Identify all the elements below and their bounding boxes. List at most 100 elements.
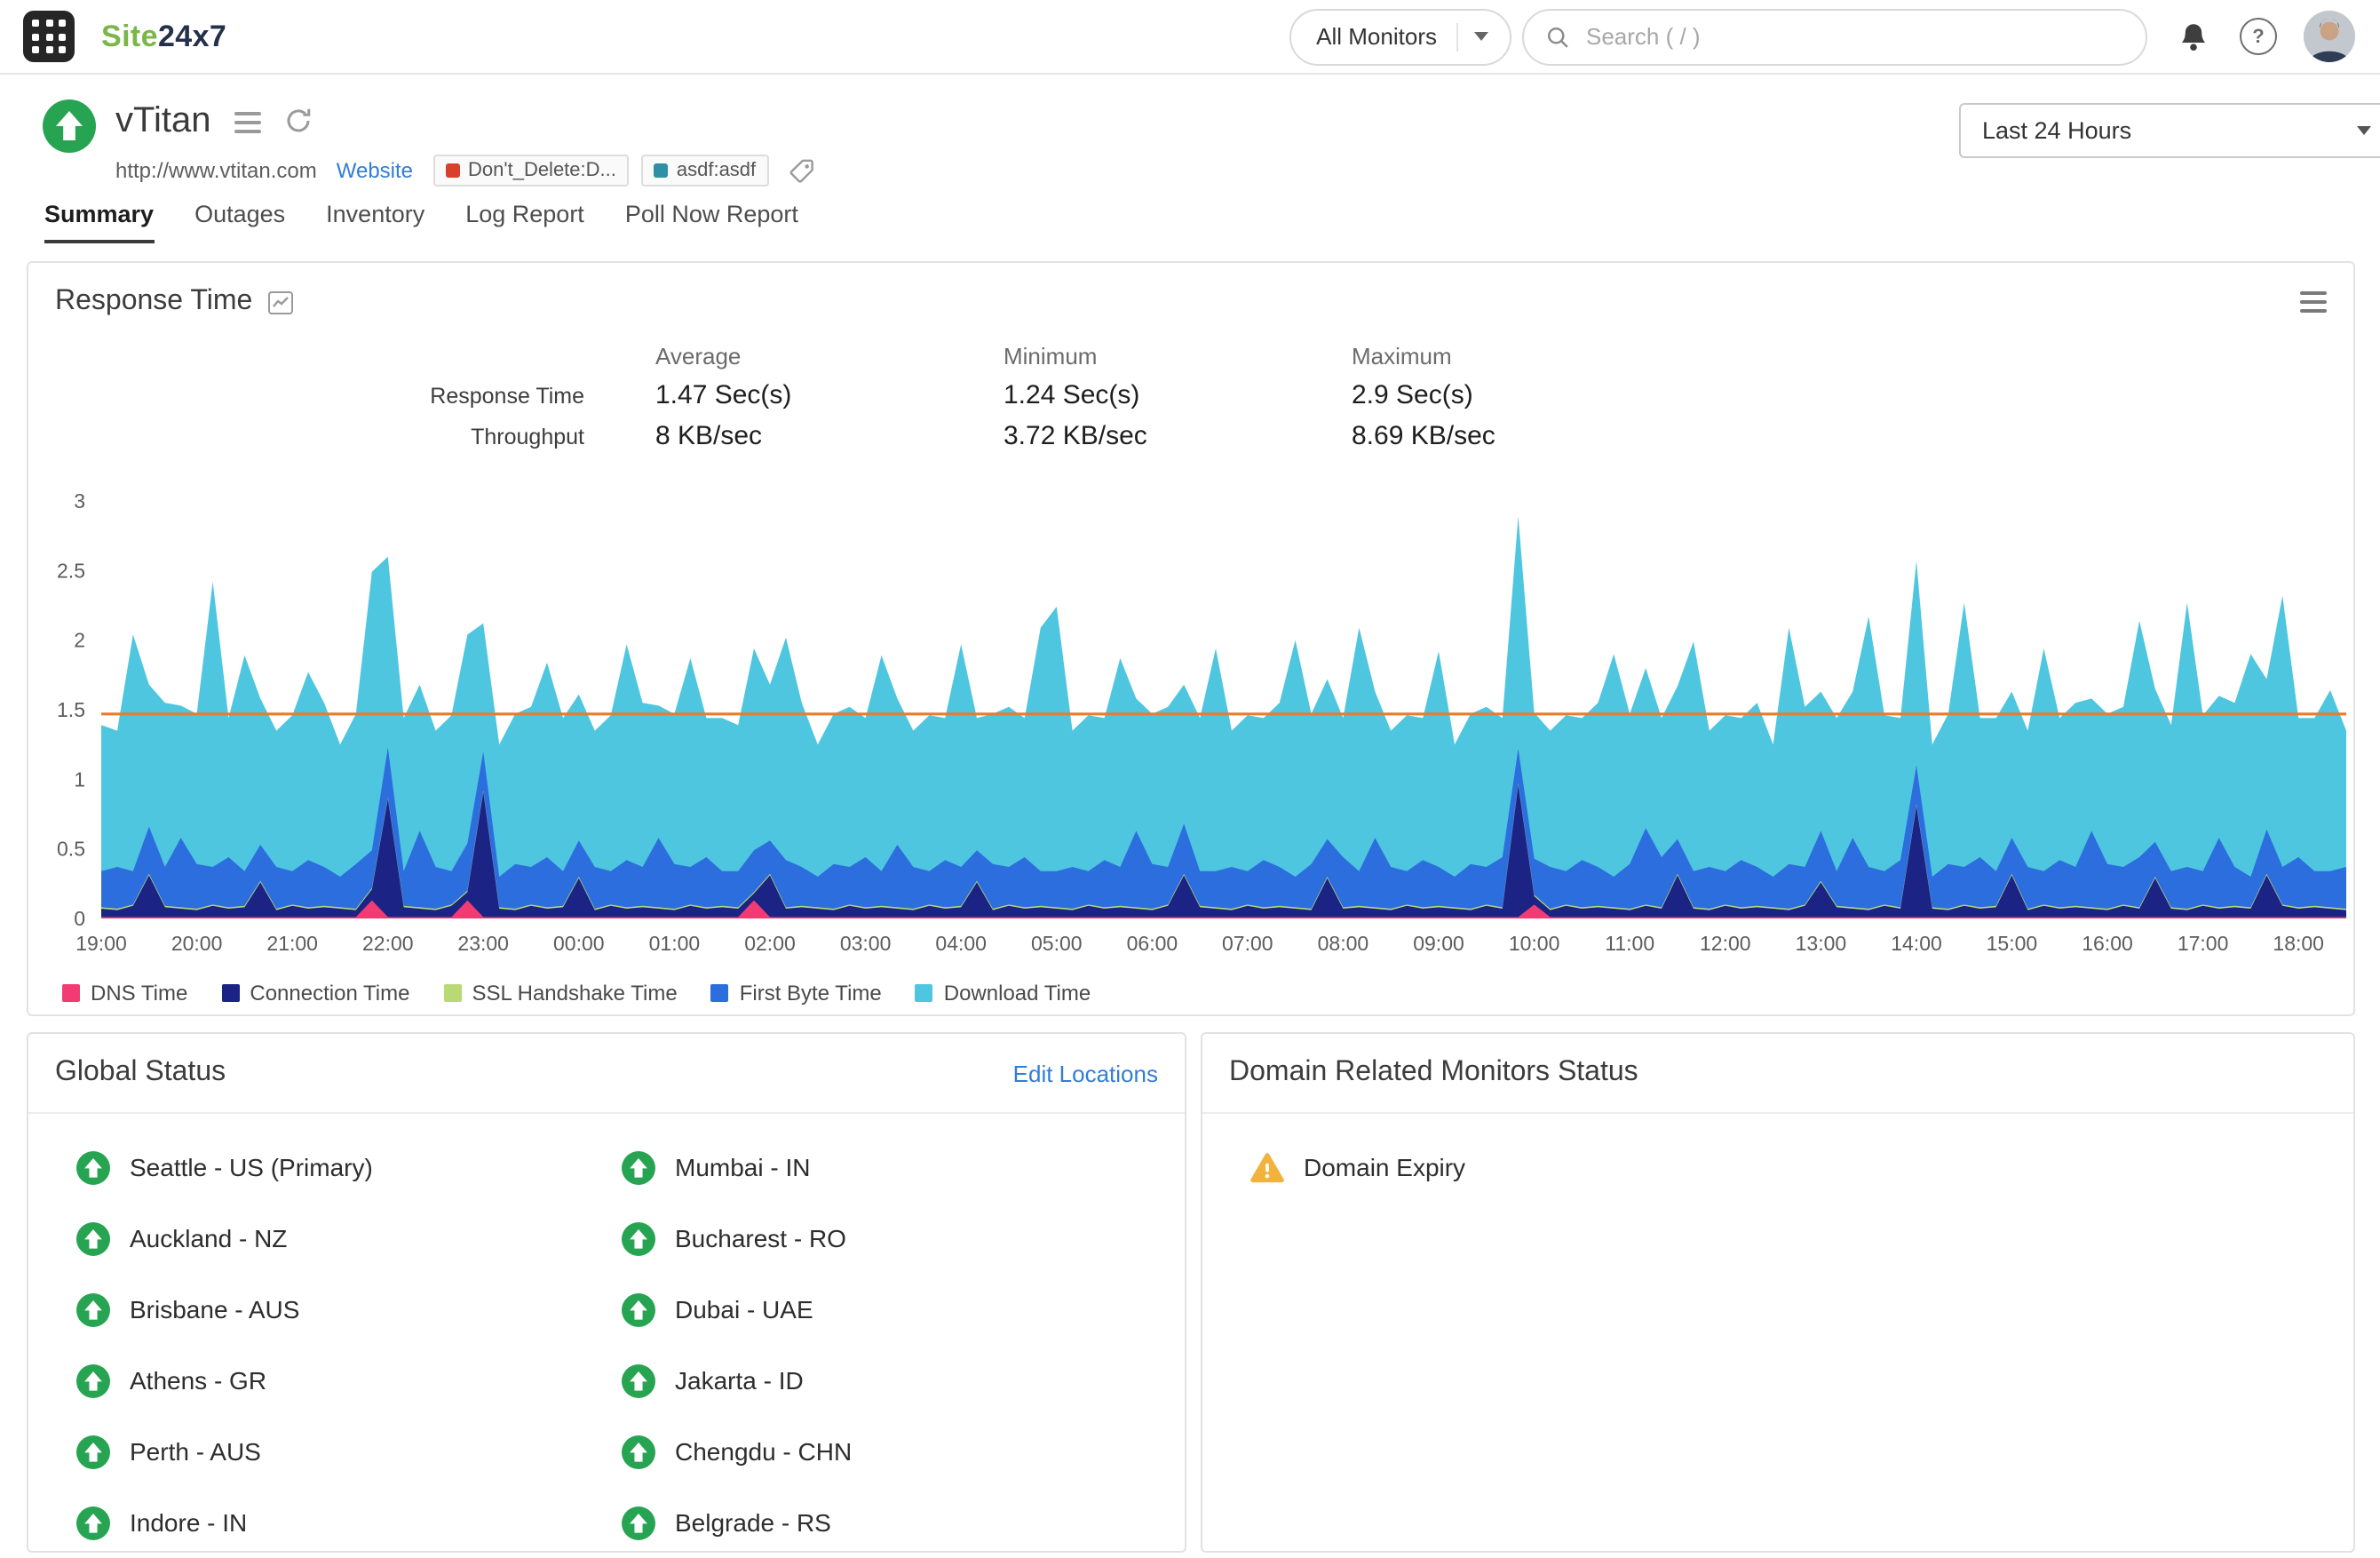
x-tick-label: 13:00 xyxy=(1796,932,1847,955)
location-label: Mumbai - IN xyxy=(675,1153,810,1181)
divider xyxy=(1456,22,1458,51)
tab-poll-now-report[interactable]: Poll Now Report xyxy=(625,201,798,243)
domain-monitors-list: Domain Expiry xyxy=(1202,1114,2353,1203)
tag-icon[interactable] xyxy=(788,157,814,184)
x-tick-label: 07:00 xyxy=(1222,932,1273,955)
monitor-header: vTitan http://www.vtitan.com Website Don… xyxy=(43,98,814,187)
status-up-icon xyxy=(76,1221,110,1255)
location-status-item[interactable]: Bucharest - RO xyxy=(622,1203,1167,1274)
legend-swatch xyxy=(62,984,80,1002)
location-status-item[interactable]: Indore - IN xyxy=(76,1487,622,1558)
card-title: Response Time xyxy=(55,286,252,318)
stats-row-label: Response Time xyxy=(28,384,655,409)
domain-monitor-item[interactable]: Domain Expiry xyxy=(1250,1132,2336,1203)
location-label: Brisbane - AUS xyxy=(130,1295,299,1324)
location-status-item[interactable]: Auckland - NZ xyxy=(76,1203,622,1274)
status-up-icon xyxy=(76,1150,110,1184)
chevron-down-icon xyxy=(2357,126,2371,135)
location-status-item[interactable]: Belgrade - RS xyxy=(622,1487,1167,1558)
logo-24x7-text: 24x7 xyxy=(158,19,226,52)
response-stats-table: Average Minimum Maximum Response Time 1.… xyxy=(28,343,2353,451)
x-tick-label: 15:00 xyxy=(1987,932,2038,955)
monitor-tag[interactable]: asdf:asdf xyxy=(641,155,768,187)
legend-label: Connection Time xyxy=(250,981,409,1006)
x-tick-label: 11:00 xyxy=(1605,932,1654,955)
site24x7-logo[interactable]: Site24x7 xyxy=(101,19,226,54)
edit-locations-link[interactable]: Edit Locations xyxy=(1013,1060,1158,1086)
search-input[interactable] xyxy=(1583,21,2124,52)
y-tick-label: 1.5 xyxy=(57,698,85,721)
location-label: Athens - GR xyxy=(130,1366,266,1395)
tag-color-dot xyxy=(445,163,459,178)
x-tick-label: 05:00 xyxy=(1031,932,1083,955)
location-status-item[interactable]: Seattle - US (Primary) xyxy=(76,1132,622,1203)
location-status-item[interactable]: Perth - AUS xyxy=(76,1416,622,1487)
help-icon[interactable]: ? xyxy=(2240,18,2277,55)
search-box[interactable] xyxy=(1522,8,2147,65)
stats-value: 3.72 KB/sec xyxy=(1004,421,1352,451)
legend-label: First Byte Time xyxy=(740,981,882,1006)
legend-label: Download Time xyxy=(944,981,1091,1006)
user-avatar[interactable] xyxy=(2304,11,2355,62)
stats-value: 1.24 Sec(s) xyxy=(1004,380,1352,410)
status-up-icon xyxy=(622,1292,655,1326)
stats-col-header: Average xyxy=(655,343,1004,370)
y-tick-label: 2 xyxy=(74,629,85,652)
y-tick-label: 2.5 xyxy=(57,559,85,582)
chart-edit-icon[interactable] xyxy=(268,290,293,314)
tag-color-dot xyxy=(654,163,668,178)
status-up-icon xyxy=(622,1506,655,1539)
location-label: Seattle - US (Primary) xyxy=(130,1153,373,1181)
card-title: Domain Related Monitors Status xyxy=(1229,1057,1638,1089)
page: Site24x7 All Monitors ? xyxy=(0,0,2380,1551)
monitor-title: vTitan xyxy=(115,98,210,144)
x-tick-label: 23:00 xyxy=(457,932,509,955)
monitor-tag[interactable]: Don't_Delete:D... xyxy=(432,155,629,187)
global-status-card: Global Status Edit Locations Seattle - U… xyxy=(27,1032,1186,1553)
location-status-item[interactable]: Mumbai - IN xyxy=(622,1132,1167,1203)
status-up-icon xyxy=(622,1150,655,1184)
location-label: Indore - IN xyxy=(130,1508,247,1537)
status-up-icon xyxy=(76,1506,110,1539)
stats-value: 2.9 Sec(s) xyxy=(1352,380,2353,410)
location-status-item[interactable]: Jakarta - ID xyxy=(622,1345,1167,1416)
website-link[interactable]: Website xyxy=(337,158,413,183)
tab-outages[interactable]: Outages xyxy=(194,201,285,243)
monitor-tabs: Summary Outages Inventory Log Report Poll No… xyxy=(44,201,798,243)
time-range-dropdown[interactable]: Last 24 Hours xyxy=(1959,103,2380,158)
monitors-dropdown[interactable]: All Monitors xyxy=(1289,8,1511,65)
legend-item: DNS Time xyxy=(62,981,187,1006)
x-tick-label: 03:00 xyxy=(840,932,892,955)
tab-log-report[interactable]: Log Report xyxy=(465,201,584,243)
response-time-card: Response Time Average Minimum Maximum Re… xyxy=(27,261,2355,1016)
apps-grid-icon[interactable] xyxy=(23,11,75,62)
notifications-bell-icon[interactable] xyxy=(2178,20,2209,52)
chart-menu-icon[interactable] xyxy=(2300,291,2327,313)
legend-label: SSL Handshake Time xyxy=(472,981,677,1006)
global-status-list: Seattle - US (Primary) Auckland - NZ Brisb… xyxy=(28,1114,1185,1558)
x-tick-label: 06:00 xyxy=(1127,932,1178,955)
x-tick-label: 20:00 xyxy=(171,932,223,955)
status-up-icon xyxy=(76,1292,110,1326)
location-status-item[interactable]: Brisbane - AUS xyxy=(76,1274,622,1345)
warning-icon xyxy=(1250,1150,1284,1184)
x-tick-label: 14:00 xyxy=(1891,932,1942,955)
location-status-item[interactable]: Athens - GR xyxy=(76,1345,622,1416)
x-tick-label: 18:00 xyxy=(2273,932,2324,955)
refresh-icon[interactable] xyxy=(283,107,312,135)
monitor-status-up-icon xyxy=(43,99,96,153)
location-label: Jakarta - ID xyxy=(675,1366,804,1395)
monitor-menu-icon[interactable] xyxy=(234,108,260,133)
tag-label: Don't_Delete:D... xyxy=(468,160,616,181)
legend-item: First Byte Time xyxy=(711,981,882,1006)
tab-summary[interactable]: Summary xyxy=(44,201,154,243)
x-tick-label: 02:00 xyxy=(744,932,796,955)
location-column: Mumbai - IN Bucharest - RO Dubai - UAE Jaka… xyxy=(622,1132,1167,1558)
location-status-item[interactable]: Chengdu - CHN xyxy=(622,1416,1167,1487)
monitor-tags: Don't_Delete:D... asdf:asdf xyxy=(432,155,768,187)
monitors-dropdown-label: All Monitors xyxy=(1316,23,1437,50)
search-icon xyxy=(1545,24,1570,49)
tab-inventory[interactable]: Inventory xyxy=(326,201,424,243)
location-label: Dubai - UAE xyxy=(675,1295,813,1324)
location-status-item[interactable]: Dubai - UAE xyxy=(622,1274,1167,1345)
